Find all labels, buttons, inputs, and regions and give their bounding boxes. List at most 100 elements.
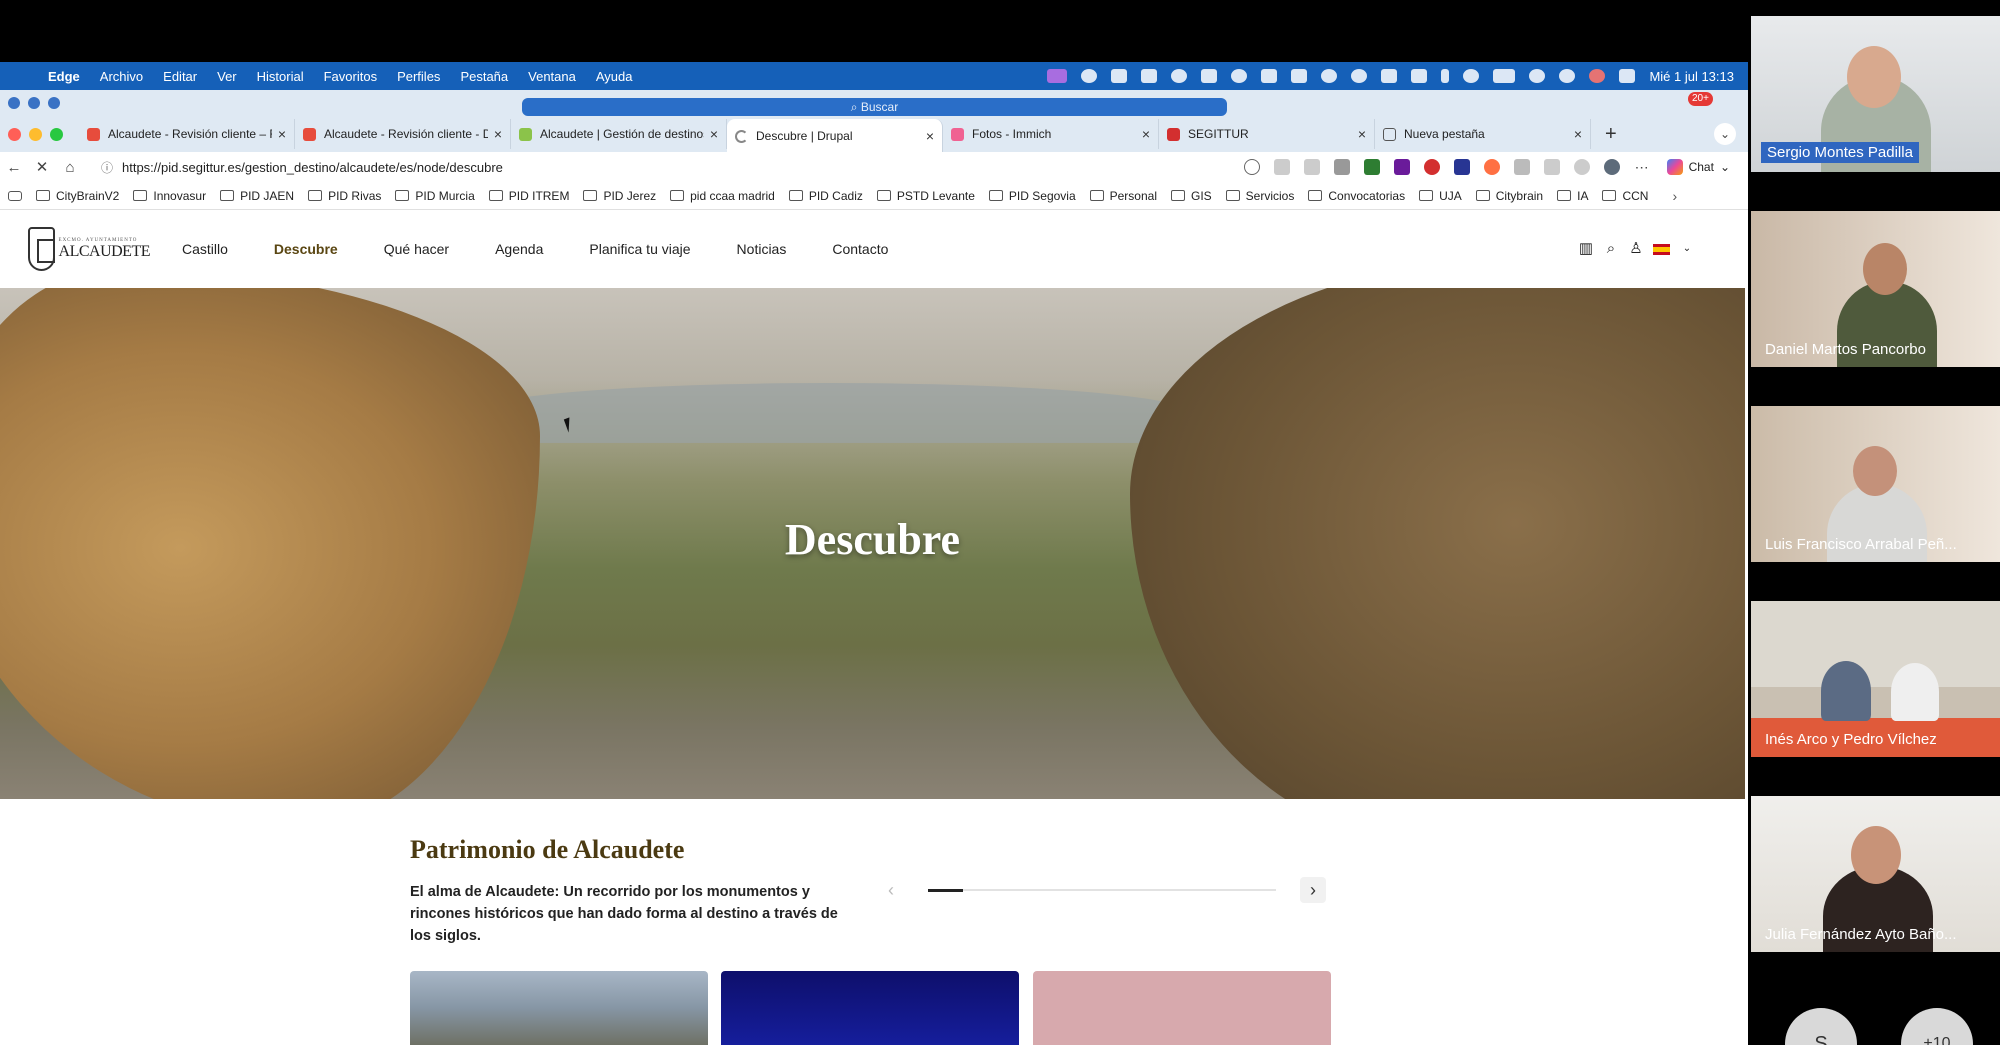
user-icon[interactable]: ♙ xyxy=(1628,241,1644,257)
bookmark-folder[interactable]: PID JAEN xyxy=(220,189,294,203)
zoom-icon[interactable] xyxy=(1243,159,1260,175)
tab-fotos-immich[interactable]: Fotos - Immich × xyxy=(943,119,1159,149)
extension-red-icon[interactable] xyxy=(1423,159,1440,175)
bookmark-folder[interactable]: PID Jerez xyxy=(583,189,656,203)
close-window-icon[interactable] xyxy=(8,127,21,141)
more-participants-button[interactable]: +10 xyxy=(1901,1008,1973,1045)
spanish-flag-icon[interactable] xyxy=(1653,243,1670,255)
refresh-extension-icon[interactable] xyxy=(1513,159,1530,175)
bookmark-folder[interactable]: PID Segovia xyxy=(988,189,1076,203)
participant-tile[interactable]: Inés Arco y Pedro Vílchez xyxy=(1751,601,2000,757)
search-icon[interactable] xyxy=(1559,69,1576,83)
participant-tile[interactable]: Daniel Martos Pancorbo xyxy=(1751,211,2000,367)
nav-castillo[interactable]: Castillo xyxy=(182,241,228,257)
close-tab-icon[interactable]: × xyxy=(926,128,934,144)
search-icon[interactable]: ⌕ xyxy=(1603,241,1619,257)
tab-nueva-pestana[interactable]: Nueva pestaña × xyxy=(1375,119,1591,149)
menu-favoritos[interactable]: Favoritos xyxy=(324,69,377,84)
map-icon[interactable]: ▥ xyxy=(1578,241,1594,257)
record-icon[interactable] xyxy=(1589,69,1606,83)
bookmark-folder[interactable]: Convocatorias xyxy=(1308,189,1405,203)
tab-alcaudete-revision-1[interactable]: Alcaudete - Revisión cliente – F × xyxy=(79,119,295,149)
bookmark-folder[interactable]: PID Rivas xyxy=(308,189,381,203)
bookmark-folder[interactable]: PSTD Levante xyxy=(876,189,975,203)
teams-icon[interactable] xyxy=(1111,69,1128,83)
participant-initial-avatar[interactable]: S xyxy=(1785,1008,1857,1045)
tab-list-chevron-icon[interactable]: ⌄ xyxy=(1714,123,1736,145)
history-icon[interactable] xyxy=(1573,159,1590,175)
heritage-card-image[interactable] xyxy=(721,971,1019,1045)
nav-contacto[interactable]: Contacto xyxy=(832,241,888,257)
menu-ayuda[interactable]: Ayuda xyxy=(596,69,633,84)
bookmark-folder[interactable]: Servicios xyxy=(1225,189,1294,203)
heritage-card-image[interactable] xyxy=(410,971,708,1045)
bluetooth-icon[interactable] xyxy=(1441,69,1450,83)
nav-planifica[interactable]: Planifica tu viaje xyxy=(589,241,690,257)
favorites-icon[interactable] xyxy=(1543,159,1560,175)
extension-orange-icon[interactable] xyxy=(1483,159,1500,175)
extension-blue-icon[interactable] xyxy=(1453,159,1470,175)
bookmark-folder[interactable]: pid ccaa madrid xyxy=(670,189,775,203)
tab-alcaudete-revision-2[interactable]: Alcaudete - Revisión cliente - D × xyxy=(295,119,511,149)
user-icon[interactable] xyxy=(1463,69,1480,83)
lock-icon[interactable] xyxy=(1141,69,1158,83)
bookmark-folder[interactable]: CityBrainV2 xyxy=(36,189,119,203)
menu-perfiles[interactable]: Perfiles xyxy=(397,69,440,84)
tab-descubre-drupal[interactable]: Descubre | Drupal × xyxy=(727,119,943,153)
screen-share-icon[interactable] xyxy=(1047,69,1068,83)
menu-ventana[interactable]: Ventana xyxy=(528,69,576,84)
control-center-icon[interactable] xyxy=(1619,69,1636,83)
close-tab-icon[interactable]: × xyxy=(1358,126,1366,142)
favorite-star-icon[interactable] xyxy=(1303,159,1320,175)
monitor-icon[interactable] xyxy=(1291,69,1308,83)
display-icon[interactable] xyxy=(1261,69,1278,83)
stop-loading-icon[interactable]: ✕ xyxy=(28,158,56,176)
tab-segittur[interactable]: SEGITTUR × xyxy=(1159,119,1375,149)
home-icon[interactable]: ⌂ xyxy=(56,159,84,176)
nav-que-hacer[interactable]: Qué hacer xyxy=(384,241,449,257)
language-chevron-icon[interactable]: ⌄ xyxy=(1679,241,1695,257)
carousel-next-chevron-icon[interactable]: › xyxy=(1300,877,1326,903)
shield-icon[interactable] xyxy=(1201,69,1218,83)
participant-tile[interactable]: Sergio Montes Padilla xyxy=(1751,16,2000,172)
bookmark-folder[interactable]: Citybrain xyxy=(1475,189,1543,203)
bookmark-folder[interactable]: PID Murcia xyxy=(395,189,475,203)
new-tab-button[interactable]: + xyxy=(1605,123,1617,146)
cloud-icon[interactable] xyxy=(1171,69,1188,83)
minimize-window-icon[interactable] xyxy=(29,127,42,141)
bookmark-folder[interactable]: PID Cadiz xyxy=(788,189,863,203)
sidebar-toggle-icon[interactable] xyxy=(8,190,22,201)
carousel-prev-chevron-icon[interactable]: ‹ xyxy=(878,877,904,903)
maximize-window-icon[interactable] xyxy=(50,127,63,141)
battery-icon[interactable] xyxy=(1493,69,1516,83)
wifi-icon[interactable] xyxy=(1529,69,1546,83)
bookmark-folder[interactable]: Innovasur xyxy=(133,189,206,203)
sync-icon[interactable] xyxy=(1081,69,1098,83)
participant-tile[interactable]: Julia Fernández Ayto Baño... xyxy=(1751,796,2000,952)
back-icon[interactable]: ← xyxy=(0,159,28,176)
menu-editar[interactable]: Editar xyxy=(163,69,197,84)
extension-icon[interactable] xyxy=(1231,69,1248,83)
menu-ver[interactable]: Ver xyxy=(217,69,237,84)
menu-app-name[interactable]: Edge xyxy=(48,69,80,84)
heritage-card-image[interactable] xyxy=(1033,971,1331,1045)
close-tab-icon[interactable]: × xyxy=(1142,126,1150,142)
nav-noticias[interactable]: Noticias xyxy=(737,241,787,257)
close-tab-icon[interactable]: × xyxy=(1574,126,1582,142)
bookmarks-more-chevron-icon[interactable]: › xyxy=(1672,188,1677,204)
close-tab-icon[interactable]: × xyxy=(278,126,286,142)
read-aloud-icon[interactable] xyxy=(1273,159,1290,175)
close-tab-icon[interactable]: × xyxy=(494,126,502,142)
bookmark-folder[interactable]: GIS xyxy=(1171,189,1212,203)
menu-pestana[interactable]: Pestaña xyxy=(460,69,508,84)
bookmark-folder[interactable]: PID ITREM xyxy=(488,189,569,203)
profile-avatar[interactable] xyxy=(1603,159,1620,175)
apple-icon[interactable] xyxy=(14,69,28,83)
bookmark-folder[interactable]: IA xyxy=(1557,189,1588,203)
global-search-pill[interactable]: ⌕ Buscar xyxy=(522,98,1227,116)
bookmark-folder[interactable]: Personal xyxy=(1089,189,1157,203)
copilot-chat-button[interactable]: Chat ⌄ xyxy=(1666,159,1730,175)
camera-icon[interactable] xyxy=(1321,69,1338,83)
extension-icon[interactable] xyxy=(1333,159,1350,175)
more-menu-icon[interactable]: ⋯ xyxy=(1634,159,1650,175)
